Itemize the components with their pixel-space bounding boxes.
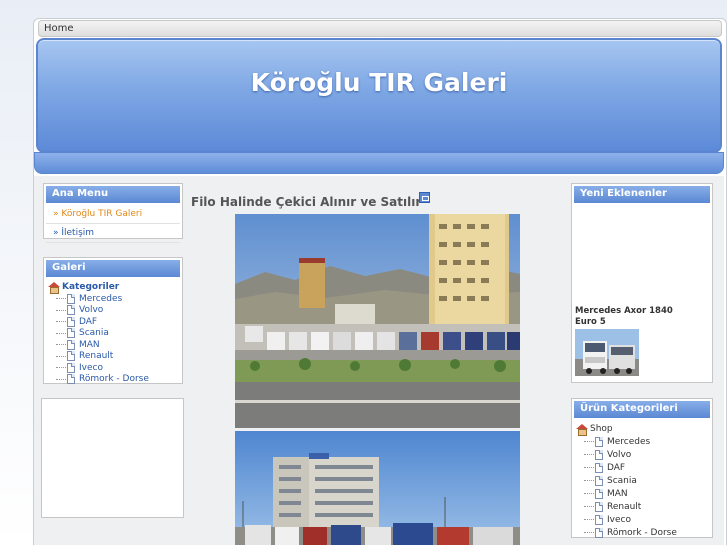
page-icon	[67, 374, 75, 385]
urun-item-man[interactable]: MAN	[576, 487, 708, 500]
galeri-item-mercedes[interactable]: Mercedes	[48, 293, 178, 305]
photo-truck-lot	[235, 214, 520, 428]
urun-kategorileri-title: Ürün Kategorileri	[574, 401, 710, 418]
home-icon	[48, 282, 60, 294]
urun-item-daf[interactable]: DAF	[576, 461, 708, 474]
menu-item-iletisim[interactable]: » İletişim	[46, 224, 180, 243]
product-thumbnail[interactable]	[575, 329, 639, 376]
page-icon	[67, 339, 75, 350]
empty-module	[41, 398, 184, 518]
ana-menu-title: Ana Menu	[46, 186, 180, 203]
urun-item-renault[interactable]: Renault	[576, 500, 708, 513]
page-icon	[67, 351, 75, 362]
home-icon	[576, 423, 588, 436]
page-icon	[595, 514, 603, 525]
shop-root-label: Shop	[590, 423, 613, 434]
urun-item-volvo[interactable]: Volvo	[576, 448, 708, 461]
galeri-module: Galeri Kategoriler Mercedes Volvo DAF Sc…	[43, 257, 183, 387]
header-strip	[34, 152, 724, 174]
page-icon	[67, 293, 75, 304]
shop-root[interactable]: Shop	[576, 422, 708, 436]
photo-building	[235, 431, 520, 545]
galeri-item-romork[interactable]: Römork - Dorse	[48, 374, 178, 386]
galeri-item-renault[interactable]: Renault	[48, 351, 178, 363]
page-title: Filo Halinde Çekici Alınır ve Satılır	[191, 195, 422, 209]
galeri-tree: Kategoriler Mercedes Volvo DAF Scania MA…	[44, 279, 182, 387]
page-icon	[595, 488, 603, 499]
urun-item-scania[interactable]: Scania	[576, 474, 708, 487]
page-icon	[67, 305, 75, 316]
galeri-root-label: Kategoriler	[62, 282, 120, 292]
yeni-eklenenler-module: Yeni Eklenenler Mercedes Axor 1840 Euro …	[571, 183, 713, 383]
page-icon	[595, 475, 603, 486]
urun-item-iveco[interactable]: Iveco	[576, 513, 708, 526]
urun-kategorileri-tree: Shop Mercedes Volvo DAF Scania MAN Renau…	[572, 420, 712, 541]
galeri-item-man[interactable]: MAN	[48, 339, 178, 351]
page-icon	[595, 436, 603, 447]
urun-item-mercedes[interactable]: Mercedes	[576, 435, 708, 448]
galeri-title: Galeri	[46, 260, 180, 277]
page-icon	[67, 362, 75, 373]
page-icon	[595, 527, 603, 538]
urun-kategorileri-module: Ürün Kategorileri Shop Mercedes Volvo DA…	[571, 398, 713, 538]
page-icon	[67, 328, 75, 339]
print-icon[interactable]	[419, 192, 430, 203]
galeri-item-daf[interactable]: DAF	[48, 316, 178, 328]
page-icon	[595, 501, 603, 512]
page-icon	[595, 449, 603, 460]
galeri-root[interactable]: Kategoriler	[48, 281, 178, 294]
ana-menu-module: Ana Menu » Köroğlu TIR Galeri » İletişim	[43, 183, 183, 243]
page-icon	[67, 316, 75, 327]
breadcrumb-home-link[interactable]: Home	[44, 23, 74, 34]
menu-item-koroglu[interactable]: » Köroğlu TIR Galeri	[46, 205, 180, 224]
galeri-item-iveco[interactable]: Iveco	[48, 362, 178, 374]
urun-item-romork[interactable]: Römork - Dorse	[576, 526, 708, 539]
galeri-item-volvo[interactable]: Volvo	[48, 305, 178, 317]
site-header: Köroğlu TIR Galeri	[36, 38, 722, 153]
product-name[interactable]: Mercedes Axor 1840 Euro 5	[575, 306, 695, 328]
yeni-eklenenler-title: Yeni Eklenenler	[574, 186, 710, 203]
page-icon	[595, 462, 603, 473]
galeri-item-scania[interactable]: Scania	[48, 328, 178, 340]
site-title: Köroğlu TIR Galeri	[250, 68, 508, 97]
breadcrumb: Home	[38, 20, 722, 37]
